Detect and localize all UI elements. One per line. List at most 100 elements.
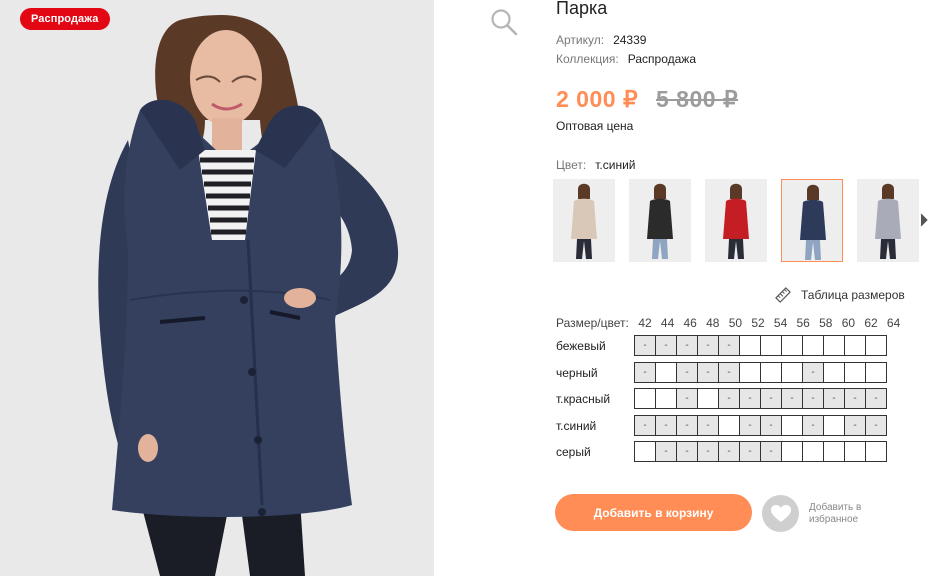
size-cell-unavailable: - — [802, 388, 824, 409]
size-cell-unavailable: - — [739, 414, 761, 436]
size-cell-unavailable: - — [676, 361, 698, 383]
size-row-label: т.синий — [556, 418, 597, 433]
size-cell-unavailable: - — [844, 388, 866, 409]
size-cell-unavailable: - — [676, 414, 698, 436]
color-thumbnail-image — [782, 180, 842, 261]
size-cell-unavailable: - — [802, 361, 824, 383]
size-quantity-input[interactable] — [760, 335, 782, 356]
size-cell-unavailable: - — [823, 388, 845, 409]
size-cell-unavailable: - — [697, 441, 719, 462]
size-quantity-input[interactable] — [802, 441, 824, 462]
size-header: 54 — [773, 316, 788, 330]
size-quantity-input[interactable] — [823, 414, 845, 436]
size-cell-unavailable: - — [676, 441, 698, 462]
collection-row: Коллекция: Распродажа — [556, 52, 696, 66]
size-quantity-input[interactable] — [865, 441, 887, 462]
article-row: Артикул: 24339 — [556, 33, 646, 47]
size-cell-unavailable: - — [655, 441, 677, 462]
size-quantity-input[interactable] — [781, 414, 803, 436]
size-cell-unavailable: - — [739, 441, 761, 462]
color-thumbnail[interactable] — [629, 179, 691, 262]
size-header: 50 — [728, 316, 743, 330]
size-quantity-input[interactable] — [655, 361, 677, 383]
zoom-icon[interactable] — [490, 8, 518, 36]
heart-icon — [762, 495, 799, 532]
size-quantity-input[interactable] — [634, 441, 656, 462]
size-cell-unavailable: - — [634, 361, 656, 383]
article-value: 24339 — [613, 33, 647, 47]
size-quantity-input[interactable] — [739, 361, 761, 383]
size-quantity-input[interactable] — [844, 361, 866, 383]
size-cell-unavailable: - — [865, 388, 887, 409]
color-label: Цвет: — [556, 158, 587, 172]
color-thumbnail[interactable] — [781, 179, 843, 262]
chevron-right-icon[interactable] — [920, 212, 929, 228]
size-cell-unavailable: - — [655, 335, 677, 356]
color-thumbnail-image — [629, 179, 691, 262]
color-value: т.синий — [595, 158, 636, 172]
size-row-label: серый — [556, 445, 591, 459]
size-row-label: бежевый — [556, 339, 606, 353]
size-quantity-input[interactable] — [760, 361, 782, 383]
size-cell-unavailable: - — [718, 388, 740, 409]
color-thumbnail[interactable] — [705, 179, 767, 262]
color-thumbnail[interactable] — [553, 179, 615, 262]
current-price: 2 000 ₽ — [556, 86, 639, 112]
size-quantity-input[interactable] — [697, 388, 719, 409]
color-thumbnail[interactable] — [857, 179, 919, 262]
size-cell-unavailable: - — [718, 361, 740, 383]
collection-value: Распродажа — [627, 52, 696, 66]
sale-badge: Распродажа — [20, 8, 110, 30]
size-cell-unavailable: - — [718, 335, 740, 356]
size-cell-unavailable: - — [760, 441, 782, 462]
size-cell-unavailable: - — [676, 388, 698, 409]
size-quantity-input[interactable] — [655, 388, 677, 409]
size-quantity-input[interactable] — [739, 335, 761, 356]
color-thumbnail-image — [553, 179, 615, 262]
size-grid-header: Размер/цвет: — [556, 316, 629, 330]
size-header: 44 — [660, 316, 675, 330]
product-title: Парка — [556, 0, 608, 18]
size-quantity-input[interactable] — [865, 361, 887, 383]
size-quantity-input[interactable] — [781, 335, 803, 356]
size-quantity-input[interactable] — [844, 441, 866, 462]
size-cell-unavailable: - — [697, 414, 719, 436]
size-quantity-input[interactable] — [844, 335, 866, 356]
size-quantity-input[interactable] — [823, 335, 845, 356]
old-price: 5 800 ₽ — [656, 86, 739, 112]
size-cell-unavailable: - — [655, 414, 677, 436]
size-header: 60 — [841, 316, 856, 330]
size-quantity-input[interactable] — [865, 335, 887, 356]
size-table-link[interactable]: Таблица размеров — [775, 287, 905, 303]
size-quantity-input[interactable] — [781, 441, 803, 462]
size-header: 56 — [796, 316, 810, 330]
size-header: 58 — [819, 316, 833, 330]
size-cell-unavailable: - — [739, 388, 761, 409]
color-thumbnail-image — [705, 179, 767, 262]
article-label: Артикул: — [556, 33, 605, 47]
price-note: Оптовая цена — [556, 119, 634, 133]
color-thumbnails — [553, 179, 929, 263]
size-cell-unavailable: - — [697, 335, 719, 356]
size-quantity-input[interactable] — [718, 414, 740, 436]
size-cell-unavailable: - — [844, 414, 866, 436]
size-quantity-input[interactable] — [823, 361, 845, 383]
size-table-label: Таблица размеров — [801, 288, 905, 302]
size-quantity-input[interactable] — [823, 441, 845, 462]
size-row-cells: --------- — [634, 414, 887, 436]
size-cell-unavailable: - — [697, 361, 719, 383]
size-cell-unavailable: - — [760, 388, 782, 409]
size-header: 62 — [864, 316, 878, 330]
add-to-favorites-button[interactable]: Добавить в избранное — [762, 495, 879, 532]
size-cell-unavailable: - — [781, 388, 803, 409]
product-photo-image — [0, 0, 434, 576]
size-quantity-input[interactable] — [781, 361, 803, 383]
size-quantity-input[interactable] — [802, 335, 824, 356]
add-to-favorites-label: Добавить в избранное — [809, 502, 862, 525]
product-photo[interactable]: Распродажа — [0, 0, 434, 576]
add-to-cart-button[interactable]: Добавить в корзину — [555, 494, 752, 531]
size-header: 52 — [751, 316, 765, 330]
size-cell-unavailable: - — [760, 414, 782, 436]
size-quantity-input[interactable] — [634, 388, 656, 409]
size-header: 42 — [638, 316, 652, 330]
